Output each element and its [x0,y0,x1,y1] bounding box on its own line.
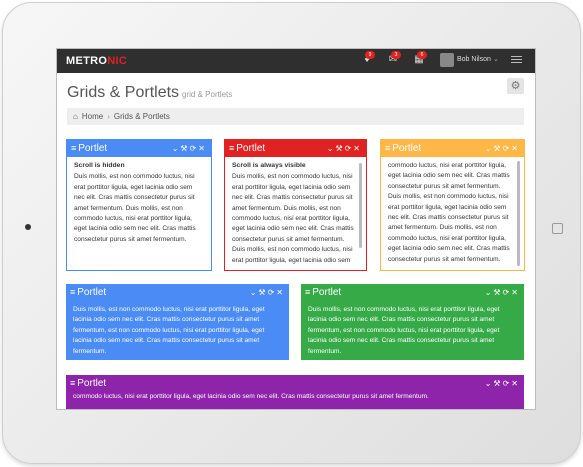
portlet-body: Scroll is hidden Duis mollis, est non com… [67,157,211,268]
user-name[interactable]: Bob Nilson [457,56,491,63]
portlet-blue: ≡ Portlet ⌄⚒⟳✕ Scroll is hidden Duis mollis… [66,139,212,271]
portlet-title: Portlet [77,378,107,389]
portlet-tools[interactable]: ⌄⚒⟳✕ [327,140,362,157]
caret-down-icon[interactable]: ⌄ [493,55,499,63]
camera-dot [25,224,31,230]
calendar-icon[interactable]: ▦ 6 [413,51,427,66]
portlet-body: Duis mollis, est non commodo luctus, nis… [301,301,524,361]
portlet-body: commodo luctus, nisi erat porttitor ligu… [381,157,524,265]
portlet-title: Portlet [392,143,422,154]
reorder-icon: ≡ [229,143,235,153]
portlet-heading: Scroll is hidden [74,162,125,169]
notification-badge: 9 [365,51,375,59]
portlet-heading: Scroll is always visible [232,162,306,169]
portlet-body: Scroll is always visible Duis mollis, est… [225,157,366,265]
portlet-tools[interactable]: ⌄⚒⟳✕ [172,140,207,157]
breadcrumb-home[interactable]: Home [82,112,103,121]
reorder-icon: ≡ [385,143,391,153]
portlet-title: Portlet [312,287,342,298]
reorder-icon: ≡ [71,143,77,153]
inbox-badge: 3 [391,51,401,59]
page-title: Grids & Portlets grid & Portlets [67,84,233,101]
portlet-tools[interactable]: ⌄⚒⟳✕ [250,284,285,301]
gear-icon[interactable]: ⚙ [507,78,524,94]
portlet-text: Duis mollis, est non commodo luctus, nis… [232,173,354,264]
portlet-title: Portlet [78,143,108,154]
breadcrumb-current: Grids & Portlets [113,112,170,121]
portlet-header: ≡ Portlet ⌄⚒⟳✕ [67,140,211,157]
reorder-icon: ≡ [305,287,311,297]
portlet-title: Portlet [236,143,266,154]
scrollbar[interactable] [359,163,362,248]
portlet-header: ≡ Portlet ⌄⚒⟳✕ [301,284,524,301]
breadcrumb: ⌂ Home › Grids & Portlets [67,108,524,125]
portlet-text: commodo luctus, nisi erat porttitor ligu… [73,393,429,400]
portlet-text: commodo luctus, nisi erat porttitor ligu… [388,162,510,263]
portlet-header: ≡ Portlet ⌄⚒⟳✕ [225,140,366,157]
portlet-text: Duis mollis, est non commodo luctus, nis… [74,173,196,243]
home-icon: ⌂ [73,112,78,121]
reorder-icon: ≡ [70,287,76,297]
tasks-badge: 6 [417,51,427,59]
app-logo[interactable]: METRONIC [66,55,127,67]
avatar[interactable] [440,53,454,67]
tablet-frame: METRONIC ♦ 9 ✉ 3 ▦ 6 Bob Nilson ⌄ Grids & P… [2,2,581,464]
portlet-header: ≡ Portlet ⌄⚒⟳✕ [66,284,289,301]
portlet-text: Duis mollis, est non commodo luctus, nis… [73,306,265,355]
portlet-tools[interactable]: ⌄⚒⟳✕ [485,140,520,157]
envelope-icon[interactable]: ✉ 3 [387,51,401,66]
portlet-header: ≡ Portlet ⌄⚒⟳✕ [381,140,524,157]
portlet-solid-purple: ≡ Portlet ⌄⚒⟳✕ commodo luctus, nisi erat p… [66,375,524,409]
home-button[interactable] [552,223,563,234]
portlet-solid-blue: ≡ Portlet ⌄⚒⟳✕ Duis mollis, est non commod… [66,284,289,360]
chevron-right-icon: › [107,112,110,121]
portlet-title: Portlet [77,287,107,298]
hamburger-menu-icon[interactable] [511,54,522,66]
portlet-tools[interactable]: ⌄⚒⟳✕ [485,375,520,392]
scrollbar[interactable] [517,161,520,266]
portlet-body: Duis mollis, est non commodo luctus, nis… [66,301,289,361]
portlet-yellow: ≡ Portlet ⌄⚒⟳✕ commodo luctus, nisi erat p… [380,139,525,271]
portlet-red: ≡ Portlet ⌄⚒⟳✕ Scroll is always visible Dui… [224,139,367,271]
app-screen: METRONIC ♦ 9 ✉ 3 ▦ 6 Bob Nilson ⌄ Grids & P… [56,48,536,410]
portlet-text: Duis mollis, est non commodo luctus, nis… [308,306,500,355]
portlet-tools[interactable]: ⌄⚒⟳✕ [485,284,520,301]
portlet-solid-green: ≡ Portlet ⌄⚒⟳✕ Duis mollis, est non commod… [301,284,524,360]
top-navbar: METRONIC ♦ 9 ✉ 3 ▦ 6 Bob Nilson ⌄ [57,49,535,73]
portlet-header: ≡ Portlet ⌄⚒⟳✕ [66,375,524,392]
bell-icon[interactable]: ♦ 9 [361,51,375,66]
page-subtitle: grid & Portlets [182,90,233,99]
reorder-icon: ≡ [70,378,76,388]
